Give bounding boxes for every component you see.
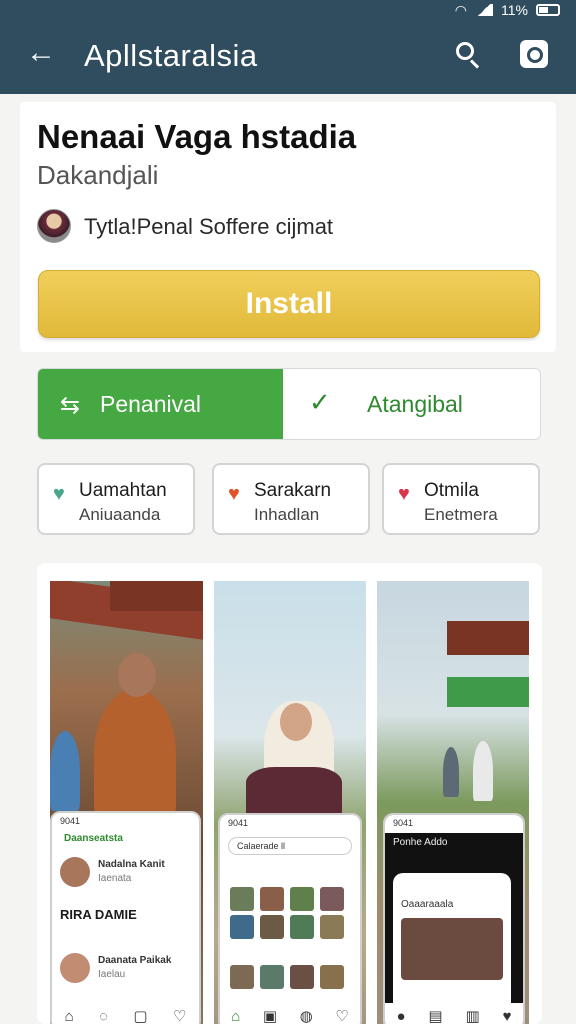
signal-icon [475, 4, 494, 16]
segment-left-label: Penanival [100, 391, 202, 417]
search-icon[interactable] [452, 38, 484, 70]
battery-icon [536, 4, 560, 16]
image-icon: ▣ [262, 1008, 278, 1024]
app-bar: ◠ 11% ← Apllstaralsia [0, 0, 576, 94]
developer-name[interactable]: Dakandjali [37, 160, 158, 191]
chip-title: Uamahtan [79, 480, 167, 501]
install-button[interactable]: Install [38, 270, 540, 338]
heart-icon: ♥ [398, 483, 410, 505]
search-input: Calaerade ll [228, 837, 352, 855]
chip-3[interactable]: ♥ Otmila Enetmera [382, 463, 540, 535]
home-icon: ⌂ [231, 1007, 241, 1024]
chat-icon: ◌ [99, 1007, 108, 1024]
file-icon: ▥ [465, 1008, 480, 1024]
bottom-nav: ● ▤ ▥ ♥ [385, 1003, 523, 1024]
heart-icon: ♡ [172, 1008, 187, 1024]
home-icon: ⌂ [64, 1007, 74, 1024]
avatar [37, 209, 71, 243]
segment-left[interactable]: ⇆ Penanival [38, 369, 283, 439]
phone-mockup: 9041 Daanseatsta Nadalna Kanit Iaenata R… [50, 811, 201, 1024]
user-icon: ● [396, 1007, 406, 1024]
wifi-icon: ◠ [454, 1, 468, 18]
chip-subtitle: Aniuaanda [79, 505, 161, 524]
screenshot-1[interactable]: 9041 Daanseatsta Nadalna Kanit Iaenata R… [50, 581, 203, 1024]
battery-percent: 11% [501, 2, 528, 18]
app-bar-title: Apllstaralsia [84, 38, 258, 73]
segment-right[interactable]: ✓ Atangibal [283, 369, 540, 439]
camera-icon[interactable] [520, 40, 548, 68]
person-image [94, 689, 176, 819]
chip-subtitle: Enetmera [424, 505, 498, 524]
back-arrow-icon[interactable]: ← [24, 36, 58, 70]
screenshot-gallery[interactable]: 9041 Daanseatsta Nadalna Kanit Iaenata R… [37, 563, 542, 1024]
chip-title: Sarakarn [254, 480, 332, 501]
avatar [60, 857, 90, 887]
bottom-nav: ⌂ ◌ ▢ ♡ [52, 1003, 199, 1024]
heart-icon: ♥ [502, 1007, 512, 1024]
bell-icon: ▢ [133, 1008, 148, 1024]
image-icon: ▤ [428, 1008, 443, 1024]
heart-icon: ♥ [53, 483, 65, 505]
avatar [60, 953, 90, 983]
chip-title: Otmila [424, 480, 479, 501]
status-bar: ◠ 11% [455, 0, 560, 20]
bottom-nav: ⌂ ▣ ◍ ♡ [220, 1003, 360, 1024]
screenshot-3[interactable]: 9041 Ponhe Addo Oaaaraaala ● ▤ ▥ ♥ [377, 581, 529, 1024]
segment-right-label: Atangibal [367, 391, 463, 417]
heart-icon: ♡ [335, 1008, 349, 1024]
chip-2[interactable]: ♥ Sarakarn Inhadlan [212, 463, 370, 535]
app-title: Nenaai Vaga hstadia [37, 118, 357, 155]
segmented-control: ⇆ Penanival ✓ Atangibal [37, 368, 541, 440]
globe-icon: ◍ [299, 1008, 313, 1024]
swap-icon: ⇆ [60, 392, 81, 419]
chip-subtitle: Inhadlan [254, 505, 320, 524]
screenshot-2[interactable]: 9041 Calaerade ll ⌂ ▣ ◍ ♡ [214, 581, 366, 1024]
chip-1[interactable]: ♥ Uamahtan Aniuaanda [37, 463, 195, 535]
heart-icon: ♥ [228, 483, 240, 505]
app-meta: Tytla!Penal Soffere cijmat [84, 214, 334, 239]
chevron-down-icon: ✓ [309, 387, 331, 417]
image-preview [401, 918, 503, 980]
phone-mockup: 9041 Calaerade ll ⌂ ▣ ◍ ♡ [218, 813, 362, 1024]
phone-mockup: 9041 Ponhe Addo Oaaaraaala ● ▤ ▥ ♥ [383, 813, 525, 1024]
